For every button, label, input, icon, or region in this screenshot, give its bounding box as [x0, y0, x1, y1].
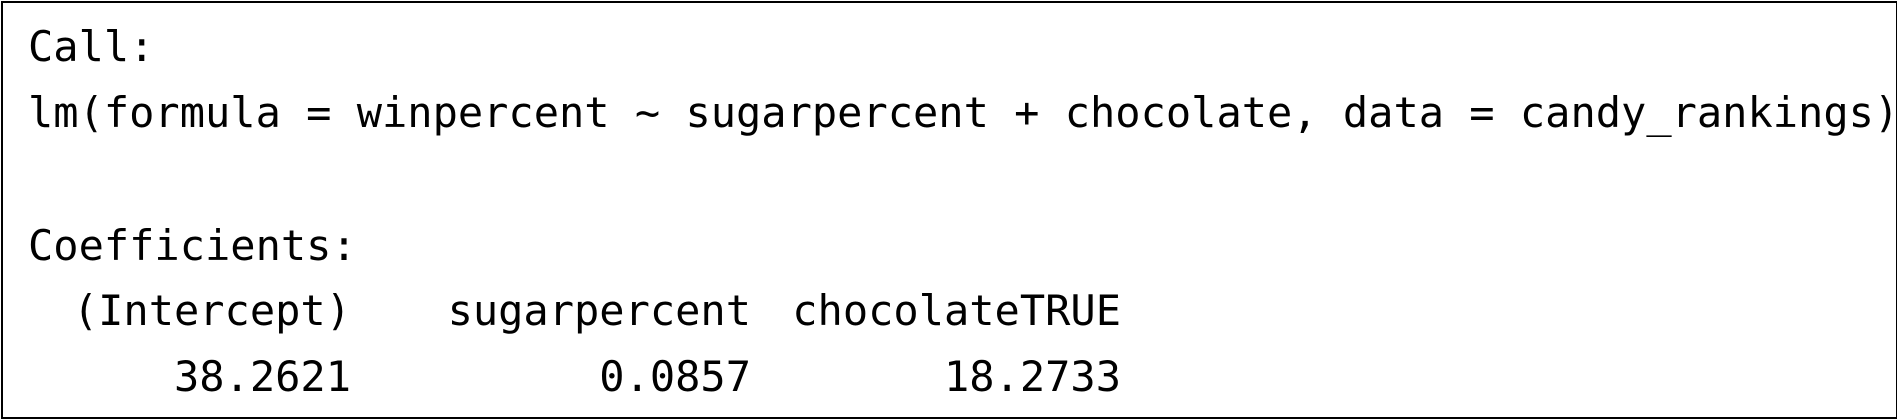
coef-header-sugarpercent: sugarpercent	[447, 286, 751, 335]
coefficients-value-row: 38.2621 0.0857 18.2733	[28, 336, 1121, 402]
coef-header-intercept: (Intercept)	[72, 286, 351, 335]
coefficients-table: (Intercept) sugarpercent chocolateTRUE 3…	[28, 286, 1121, 402]
coefficients-header-row: (Intercept) sugarpercent chocolateTRUE	[28, 286, 1121, 336]
call-label: Call:	[28, 22, 155, 71]
r-output-box: Call: lm(formula = winpercent ~ sugarper…	[1, 1, 1897, 419]
coef-value-chocolatetrue: 18.2733	[943, 352, 1121, 401]
call-formula: lm(formula = winpercent ~ sugarpercent +…	[28, 88, 1897, 137]
coef-value-sugarpercent: 0.0857	[599, 352, 751, 401]
coefficients-label: Coefficients:	[28, 221, 357, 270]
coef-header-chocolatetrue: chocolateTRUE	[792, 286, 1121, 335]
coef-value-intercept: 38.2621	[173, 352, 351, 401]
